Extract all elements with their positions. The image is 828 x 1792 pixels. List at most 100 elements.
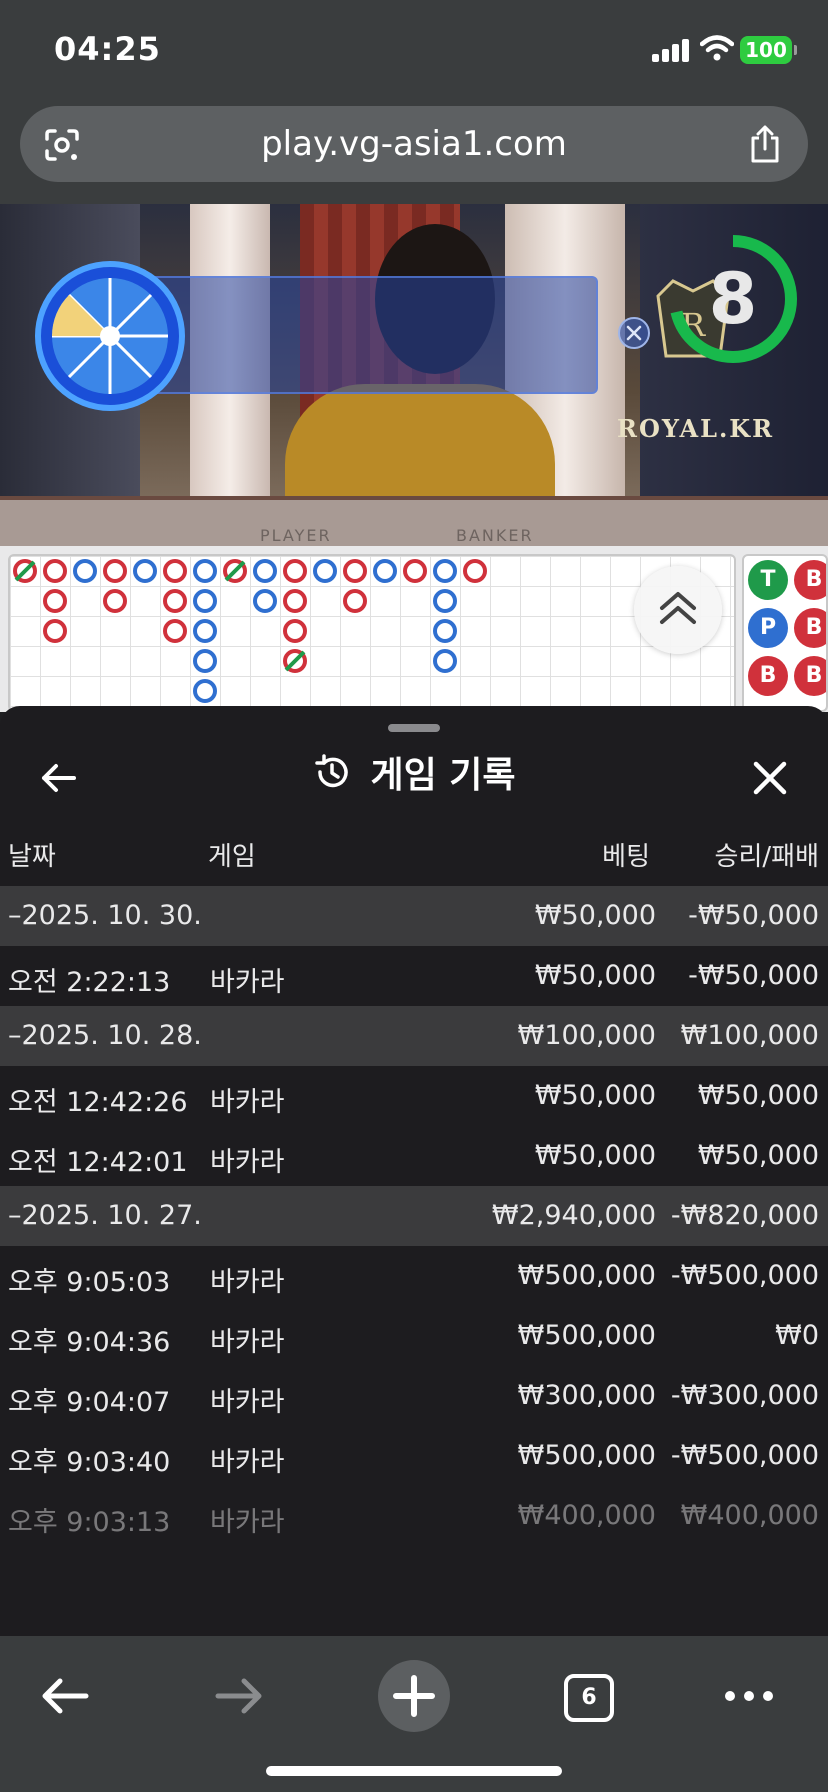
row-game: 바카라: [210, 1087, 285, 1118]
expand-roads-button[interactable]: [634, 566, 722, 654]
banker-bead: [163, 589, 187, 613]
countdown-timer: 8: [708, 258, 758, 340]
row-date: 오후 9:05:03: [8, 1267, 171, 1298]
share-icon[interactable]: [748, 124, 782, 164]
history-bet-row: 오후 9:05:03 바카라 ₩500,000 -₩500,000: [0, 1246, 828, 1306]
banker-bead: [103, 589, 127, 613]
banker-bead: [43, 619, 67, 643]
browser-back-icon[interactable]: [40, 1676, 90, 1716]
result-side-road: T B P B B B: [742, 554, 828, 712]
row-win-loss: ₩100,000: [680, 1020, 819, 1051]
bonus-wheel-icon[interactable]: [34, 260, 186, 412]
row-date: 오후 9:04:36: [8, 1327, 171, 1358]
history-bet-row: 오후 9:04:07 바카라 ₩300,000 -₩300,000: [0, 1366, 828, 1426]
browser-top-chrome: 04:25 100 play.vg-asia1.com: [0, 0, 828, 204]
battery-indicator: 100: [740, 36, 797, 64]
banker-bead: [43, 589, 67, 613]
row-bet-amount: ₩50,000: [534, 960, 656, 991]
banker-bead: [163, 559, 187, 583]
player-bead: [433, 619, 457, 643]
banker-bead: [343, 589, 367, 613]
double-chevron-up-icon: [660, 592, 696, 624]
row-bet-amount: ₩50,000: [534, 1080, 656, 1111]
row-bet-amount: ₩100,000: [517, 1020, 656, 1051]
player-bead: [193, 589, 217, 613]
banker-bead: [283, 589, 307, 613]
banker-bead: [403, 559, 427, 583]
player-bead: [193, 679, 217, 703]
more-menu-icon[interactable]: [724, 1690, 774, 1702]
row-win-loss: ₩50,000: [697, 1140, 819, 1171]
row-date: 오전 12:42:26: [8, 1087, 188, 1118]
history-bet-row: 오후 9:03:40 바카라 ₩500,000 -₩500,000: [0, 1426, 828, 1486]
row-win-loss: -₩50,000: [688, 900, 819, 931]
sheet-title: 게임 기록: [370, 755, 516, 796]
player-bead: [373, 559, 397, 583]
history-bet-row: 오전 2:22:13 바카라 ₩50,000 -₩50,000: [0, 946, 828, 1006]
history-date-group-row[interactable]: –2025. 10. 30. ₩50,000 -₩50,000: [0, 886, 828, 946]
row-bet-amount: ₩2,940,000: [491, 1200, 656, 1231]
row-date: 오후 9:04:07: [8, 1387, 171, 1418]
new-tab-button[interactable]: [378, 1660, 450, 1732]
history-date-group-row[interactable]: –2025. 10. 27. ₩2,940,000 -₩820,000: [0, 1186, 828, 1246]
row-date: –2025. 10. 28.: [8, 1020, 202, 1051]
player-bead: [193, 559, 217, 583]
history-bet-row: 오전 12:42:01 바카라 ₩50,000 ₩50,000: [0, 1126, 828, 1186]
row-win-loss: -₩500,000: [670, 1260, 819, 1291]
felt-banker-label: BANKER: [456, 526, 534, 545]
bead-road-marks: [13, 559, 487, 703]
cellular-signal-icon: [652, 38, 692, 62]
row-date: 오전 12:42:01: [8, 1147, 188, 1178]
side-bead-banker: B: [748, 656, 788, 696]
row-game: 바카라: [210, 1447, 285, 1478]
player-bead: [253, 559, 277, 583]
row-bet-amount: ₩50,000: [534, 1140, 656, 1171]
row-win-loss: -₩50,000: [688, 960, 819, 991]
player-bead: [133, 559, 157, 583]
royal-logo-text: ROYAL.KR: [617, 414, 775, 443]
row-date: 오후 9:03:40: [8, 1447, 171, 1478]
row-bet-amount: ₩500,000: [517, 1440, 656, 1471]
row-bet-amount: ₩500,000: [517, 1260, 656, 1291]
wifi-icon: [700, 35, 734, 61]
address-bar[interactable]: play.vg-asia1.com: [20, 106, 808, 182]
side-bead-banker: B: [794, 656, 826, 696]
url-text[interactable]: play.vg-asia1.com: [20, 106, 808, 182]
history-bet-row: 오후 9:03:13 바카라 ₩400,000 ₩400,000: [0, 1486, 828, 1546]
row-game: 바카라: [210, 1267, 285, 1298]
player-bead: [433, 649, 457, 673]
banker-bead: [283, 559, 307, 583]
player-bead: [193, 619, 217, 643]
row-win-loss: ₩50,000: [697, 1080, 819, 1111]
history-table-header: 날짜 게임 베팅 승리/패배: [0, 820, 828, 880]
tab-switcher-button[interactable]: 6: [564, 1674, 614, 1722]
player-bead: [253, 589, 277, 613]
column-header-date: 날짜: [8, 842, 56, 872]
overlay-close-icon[interactable]: [617, 316, 651, 350]
row-date: 오후 9:03:13: [8, 1507, 171, 1538]
browser-forward-icon[interactable]: [214, 1676, 264, 1716]
column-header-game: 게임: [208, 842, 256, 872]
bead-road: [8, 554, 736, 712]
banker-bead: [463, 559, 487, 583]
history-table-body: –2025. 10. 30. ₩50,000 -₩50,000 오전 2:22:13 바…: [0, 886, 828, 1546]
row-win-loss: -₩300,000: [670, 1380, 819, 1411]
column-header-bet: 베팅: [602, 842, 650, 872]
player-bead: [193, 649, 217, 673]
history-date-group-row[interactable]: –2025. 10. 28. ₩100,000 ₩100,000: [0, 1006, 828, 1066]
sheet-grabber[interactable]: [388, 724, 440, 732]
row-game: 바카라: [210, 1327, 285, 1358]
player-bead: [73, 559, 97, 583]
felt-player-label: PLAYER: [260, 526, 332, 545]
row-bet-amount: ₩400,000: [517, 1500, 656, 1531]
player-bead: [313, 559, 337, 583]
row-win-loss: ₩0: [775, 1320, 819, 1351]
banker-bead: [343, 559, 367, 583]
history-bet-row: 오전 12:42:26 바카라 ₩50,000 ₩50,000: [0, 1066, 828, 1126]
row-win-loss: ₩400,000: [680, 1500, 819, 1531]
row-win-loss: -₩820,000: [670, 1200, 819, 1231]
row-game: 바카라: [210, 967, 285, 998]
game-history-sheet: 게임 기록 날짜 게임 베팅 승리/패배 –2025. 10. 30. ₩50,0…: [0, 706, 828, 1636]
banker-bead: [103, 559, 127, 583]
close-icon[interactable]: [748, 756, 792, 800]
